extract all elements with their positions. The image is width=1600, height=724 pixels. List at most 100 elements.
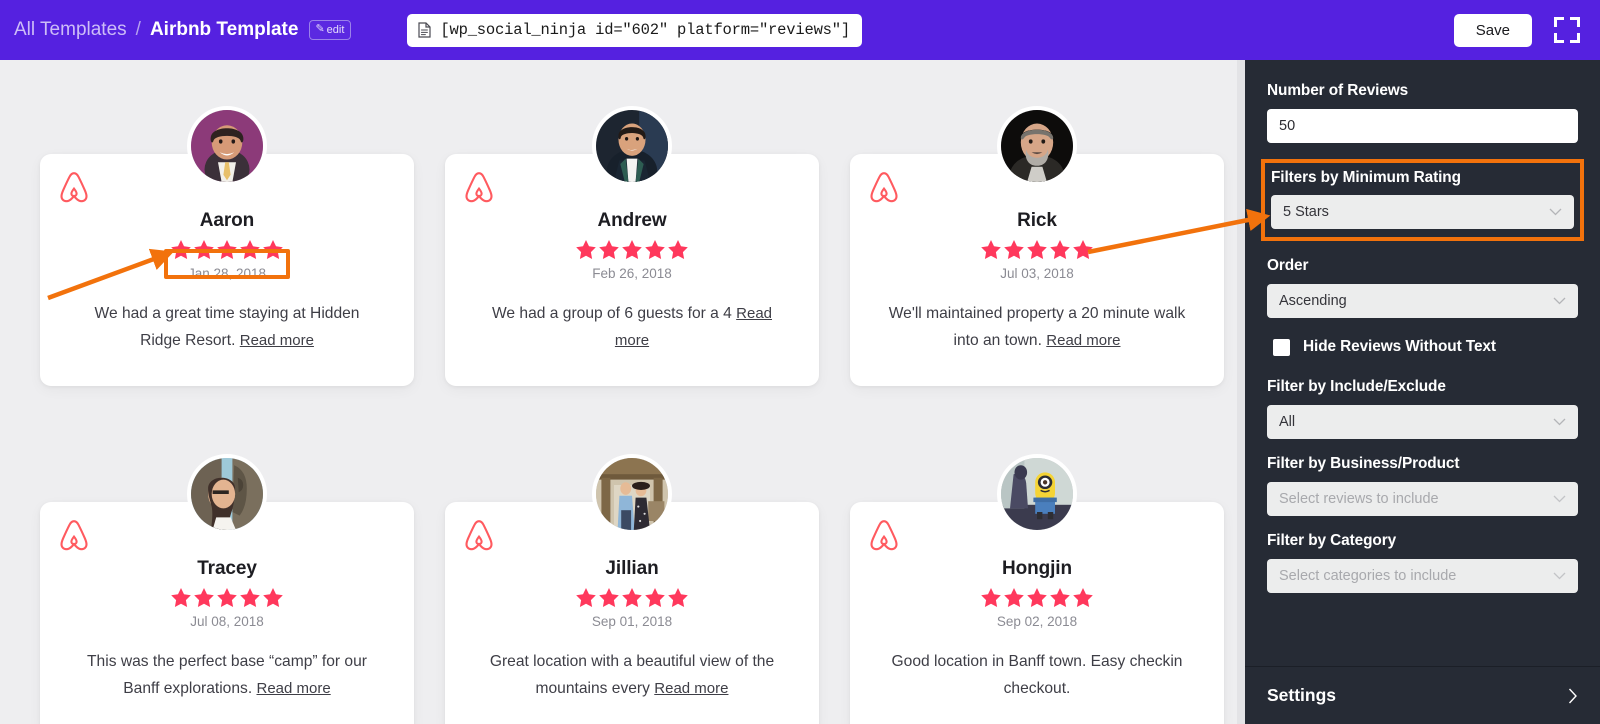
field-order: Order Ascending — [1267, 257, 1578, 318]
settings-label: Settings — [1267, 685, 1337, 705]
include-exclude-label: Filter by Include/Exclude — [1267, 378, 1446, 395]
avatar — [187, 106, 267, 186]
hide-reviews-without-text-label: Hide Reviews Without Text — [1303, 338, 1496, 355]
minimum-rating-label: Filters by Minimum Rating — [1271, 169, 1461, 186]
review-date: Jan 28, 2018 — [187, 266, 267, 281]
breadcrumb-all-templates[interactable]: All Templates — [14, 19, 127, 41]
review-body: Good location in Banff town. Easy checki… — [891, 653, 1183, 697]
avatar — [997, 454, 1077, 534]
chevron-down-icon — [1549, 208, 1562, 216]
include-exclude-select[interactable]: All — [1267, 405, 1578, 439]
hide-reviews-without-text-checkbox[interactable] — [1273, 338, 1290, 356]
reviews-grid: Aaron Jan 28, 2018 We had a great time s… — [40, 100, 1224, 724]
minimum-rating-select[interactable]: 5 Stars — [1271, 195, 1574, 229]
edit-template-name-button[interactable]: ✎ edit — [309, 20, 352, 40]
review-card-wrapper: Tracey Jul 08, 2018 This was the perfect… — [40, 454, 414, 724]
chevron-right-icon — [1568, 688, 1578, 704]
airbnb-logo-icon — [58, 170, 90, 204]
star-rating — [876, 586, 1198, 608]
document-icon — [418, 22, 432, 38]
category-label: Filter by Category — [1267, 532, 1397, 549]
review-body: We had a great time staying at Hidden Ri… — [94, 305, 360, 349]
review-date: Feb 26, 2018 — [592, 266, 672, 281]
number-of-reviews-input[interactable] — [1267, 109, 1578, 143]
minimum-rating-value: 5 Stars — [1283, 204, 1329, 220]
field-number-of-reviews: Number of Reviews — [1267, 82, 1578, 143]
save-button[interactable]: Save — [1453, 13, 1532, 47]
review-card-wrapper: Aaron Jan 28, 2018 We had a great time s… — [40, 106, 414, 386]
star-rating — [471, 586, 793, 608]
edit-badge-label: edit — [326, 23, 345, 36]
breadcrumb: All Templates / Airbnb Template ✎ edit — [14, 19, 352, 41]
shortcode-text: [wp_social_ninja id="602" platform="revi… — [440, 21, 850, 39]
star-rating — [471, 238, 793, 260]
chevron-down-icon — [1553, 572, 1566, 580]
star-rating — [66, 238, 388, 260]
order-label: Order — [1267, 257, 1309, 274]
star-rating — [876, 238, 1198, 260]
review-text: This was the perfect base “camp” for our… — [66, 649, 388, 703]
category-placeholder: Select categories to include — [1279, 568, 1457, 584]
review-card: Rick Jul 03, 2018 We'll maintained prope… — [850, 154, 1224, 386]
airbnb-logo-icon — [58, 518, 90, 552]
review-text: We had a great time staying at Hidden Ri… — [66, 301, 388, 355]
top-bar: All Templates / Airbnb Template ✎ edit [… — [0, 0, 1600, 60]
review-card-wrapper: Rick Jul 03, 2018 We'll maintained prope… — [850, 106, 1224, 386]
sidebar-fields: Number of Reviews Filters by Minimum Rat… — [1245, 60, 1600, 666]
breadcrumb-current-template: Airbnb Template — [149, 19, 299, 40]
read-more-link[interactable]: Read more — [240, 332, 314, 349]
review-card: Jillian Sep 01, 2018 Great location with… — [445, 502, 819, 724]
review-body: Great location with a beautiful view of … — [489, 653, 775, 697]
review-text: We had a group of 6 guests for a 4 Read … — [471, 301, 793, 355]
review-text: We'll maintained property a 20 minute wa… — [876, 301, 1198, 355]
settings-sidebar: Number of Reviews Filters by Minimum Rat… — [1245, 60, 1600, 724]
airbnb-logo-icon — [463, 170, 495, 204]
field-include-exclude: Filter by Include/Exclude All — [1267, 378, 1578, 439]
avatar — [592, 454, 672, 534]
review-text: Good location in Banff town. Easy checki… — [876, 649, 1198, 703]
minimum-rating-highlight: Filters by Minimum Rating 5 Stars — [1261, 159, 1584, 241]
review-card: Hongjin Sep 02, 2018 Good location in Ba… — [850, 502, 1224, 724]
canvas-scrollbar[interactable] — [1237, 60, 1245, 724]
airbnb-logo-icon — [868, 170, 900, 204]
read-more-link[interactable]: Read more — [1046, 332, 1120, 349]
hide-reviews-without-text-row[interactable]: Hide Reviews Without Text — [1273, 338, 1578, 356]
review-body: We had a group of 6 guests for a 4 — [491, 305, 737, 322]
avatar — [187, 454, 267, 534]
number-of-reviews-label: Number of Reviews — [1267, 82, 1409, 99]
review-card-wrapper: Jillian Sep 01, 2018 Great location with… — [445, 454, 819, 724]
avatar — [592, 106, 672, 186]
settings-section-toggle[interactable]: Settings — [1245, 666, 1600, 724]
review-date: Jul 03, 2018 — [1000, 266, 1074, 281]
fullscreen-icon[interactable] — [1554, 17, 1580, 43]
top-bar-actions: Save — [1453, 13, 1580, 47]
breadcrumb-separator: / — [135, 19, 141, 40]
chevron-down-icon — [1553, 418, 1566, 426]
avatar — [997, 106, 1077, 186]
review-date: Jul 08, 2018 — [190, 614, 264, 629]
review-card: Tracey Jul 08, 2018 This was the perfect… — [40, 502, 414, 724]
include-exclude-value: All — [1279, 414, 1296, 430]
review-body: We'll maintained property a 20 minute wa… — [888, 305, 1186, 349]
star-rating — [66, 586, 388, 608]
review-text: Great location with a beautiful view of … — [471, 649, 793, 703]
template-editor-app: All Templates / Airbnb Template ✎ edit [… — [0, 0, 1600, 724]
read-more-link[interactable]: Read more — [654, 680, 728, 697]
order-select[interactable]: Ascending — [1267, 284, 1578, 318]
read-more-link[interactable]: Read more — [257, 680, 331, 697]
review-date: Sep 01, 2018 — [591, 614, 673, 629]
preview-canvas: Aaron Jan 28, 2018 We had a great time s… — [0, 60, 1245, 724]
chevron-down-icon — [1553, 297, 1566, 305]
category-select[interactable]: Select categories to include — [1267, 559, 1578, 593]
review-date: Sep 02, 2018 — [996, 614, 1078, 629]
business-product-select[interactable]: Select reviews to include — [1267, 482, 1578, 516]
field-business-product: Filter by Business/Product Select review… — [1267, 455, 1578, 516]
field-category: Filter by Category Select categories to … — [1267, 532, 1578, 593]
review-card-wrapper: Andrew Feb 26, 2018 We had a group of 6 … — [445, 106, 819, 386]
chevron-down-icon — [1553, 495, 1566, 503]
business-product-placeholder: Select reviews to include — [1279, 491, 1439, 507]
review-card: Andrew Feb 26, 2018 We had a group of 6 … — [445, 154, 819, 386]
shortcode-field[interactable]: [wp_social_ninja id="602" platform="revi… — [407, 13, 862, 47]
order-value: Ascending — [1279, 293, 1347, 309]
airbnb-logo-icon — [463, 518, 495, 552]
